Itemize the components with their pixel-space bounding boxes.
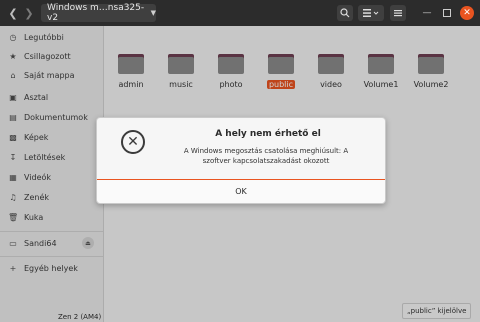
path-label: Windows m…nsa325-v2 xyxy=(47,3,145,23)
close-button[interactable]: ✕ xyxy=(460,6,474,20)
maximize-button[interactable] xyxy=(440,6,454,20)
chevron-left-icon: ❮ xyxy=(8,6,18,20)
ok-button[interactable]: OK xyxy=(97,179,385,203)
menu-button[interactable] xyxy=(390,5,406,21)
chevron-right-icon: ❯ xyxy=(24,6,34,20)
forward-button[interactable]: ❯ xyxy=(22,4,36,22)
back-button[interactable]: ❮ xyxy=(6,4,20,22)
error-icon: ✕ xyxy=(121,130,145,154)
view-options-button[interactable] xyxy=(358,5,384,21)
hamburger-icon xyxy=(394,10,402,17)
search-icon xyxy=(340,8,350,18)
close-icon: ✕ xyxy=(463,8,471,18)
error-dialog: ✕ A hely nem érhető el A Windows megoszt… xyxy=(96,117,386,204)
dialog-message: A Windows megosztás csatolása meghiúsult… xyxy=(183,147,349,165)
search-button[interactable] xyxy=(337,5,353,21)
path-bar-button[interactable]: Windows m…nsa325-v2 ▼ xyxy=(41,3,156,23)
dialog-title: A hely nem érhető el xyxy=(215,129,321,139)
header-bar: ❮ ❯ Windows m…nsa325-v2 ▼ — ✕ xyxy=(0,0,480,26)
list-view-icon xyxy=(363,9,379,17)
minimize-button[interactable]: — xyxy=(420,6,434,20)
file-manager-window: ❮ ❯ Windows m…nsa325-v2 ▼ — ✕ ◷ Legutóbb… xyxy=(0,0,480,322)
chevron-down-icon: ▼ xyxy=(150,9,156,17)
minimize-icon: — xyxy=(422,8,432,18)
maximize-icon xyxy=(443,9,451,17)
